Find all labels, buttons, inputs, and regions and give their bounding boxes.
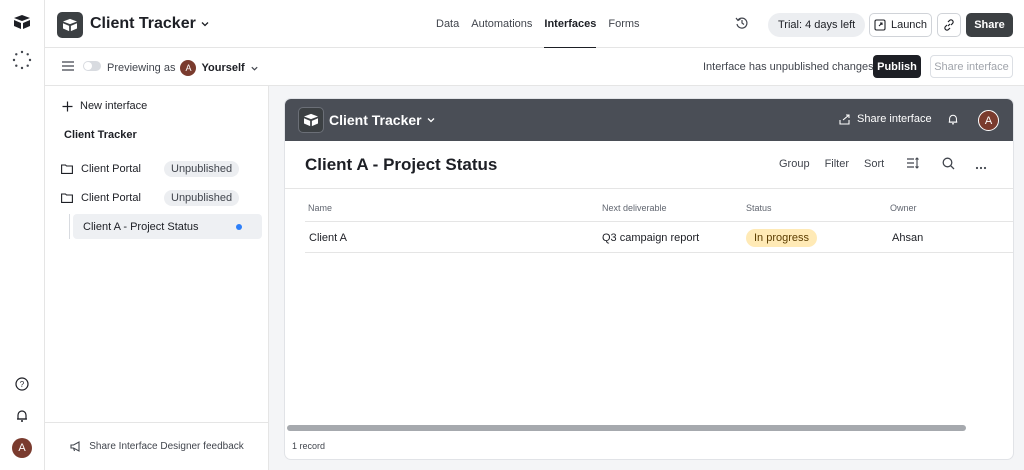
share-arrow-icon [839, 113, 850, 125]
interfaces-sidebar: New interface Client Tracker Client Port… [45, 86, 269, 470]
share-button[interactable]: Share [966, 13, 1013, 37]
top-bar: Client Tracker Data Automations Interfac… [45, 0, 1024, 49]
column-header-owner[interactable]: Owner [890, 203, 917, 213]
tab-automations[interactable]: Automations [471, 18, 532, 30]
avatar[interactable]: A [978, 110, 999, 131]
interface-share-button[interactable]: Share interface [839, 113, 932, 125]
copy-link-button[interactable] [937, 13, 961, 37]
help-icon[interactable]: ? [12, 374, 32, 394]
more-options-icon[interactable] [975, 161, 987, 173]
trial-badge[interactable]: Trial: 4 days left [768, 13, 866, 37]
link-icon [944, 19, 954, 31]
filter-button[interactable]: Filter [825, 158, 849, 170]
publish-button[interactable]: Publish [873, 55, 921, 78]
column-header-name[interactable]: Name [308, 203, 332, 213]
interface-canvas: Client Tracker Share interface A Client … [269, 86, 1024, 470]
column-header-status[interactable]: Status [746, 203, 772, 213]
header-divider [305, 221, 1013, 222]
column-header-next-deliverable[interactable]: Next deliverable [602, 203, 667, 213]
cell-next-deliverable[interactable]: Q3 campaign report [602, 232, 699, 244]
table-row-divider [305, 252, 1013, 253]
row-height-icon[interactable] [906, 157, 920, 172]
preview-toggle[interactable] [83, 61, 101, 71]
sidebar-item-client-portal-2[interactable]: Client Portal Unpublished [61, 187, 240, 209]
feedback-link[interactable]: Share Interface Designer feedback [45, 422, 269, 470]
interface-preview: Client Tracker Share interface A Client … [285, 99, 1013, 459]
search-icon[interactable] [942, 157, 955, 173]
status-badge: Unpublished [164, 161, 240, 177]
cell-name[interactable]: Client A [309, 232, 347, 244]
group-button[interactable]: Group [779, 158, 810, 170]
sidebar-item-client-portal[interactable]: Client Portal Unpublished [61, 158, 240, 180]
chevron-down-icon [251, 66, 258, 71]
notifications-bell-icon[interactable] [12, 406, 32, 426]
megaphone-icon [70, 441, 80, 452]
svg-text:?: ? [20, 380, 25, 389]
cell-owner[interactable]: Ahsan [892, 232, 923, 244]
launch-button[interactable]: Launch [869, 13, 932, 37]
indent-guide [69, 214, 70, 239]
unpublished-dot [236, 224, 242, 230]
left-rail: ? A [0, 0, 45, 470]
history-icon[interactable] [735, 16, 749, 33]
page-title: Client A - Project Status [305, 155, 498, 174]
tab-interfaces[interactable]: Interfaces [544, 18, 596, 49]
record-count: 1 record [292, 441, 326, 451]
tab-data[interactable]: Data [436, 18, 459, 30]
unpublished-changes-text: Interface has unpublished changes [703, 61, 874, 73]
bell-icon[interactable] [947, 113, 959, 129]
folder-icon [61, 193, 73, 203]
tab-forms[interactable]: Forms [608, 18, 639, 30]
chevron-down-icon [427, 118, 435, 123]
divider [285, 188, 1013, 189]
status-badge: Unpublished [164, 190, 240, 206]
interface-title-menu[interactable]: Client Tracker [329, 112, 436, 128]
loading-spinner-icon [12, 50, 32, 70]
menu-icon[interactable] [62, 61, 74, 74]
view-toolbar: Group Filter Sort [779, 158, 884, 170]
sidebar-group-title: Client Tracker [64, 129, 137, 141]
home-logo-icon[interactable] [12, 12, 32, 32]
base-logo-icon [298, 107, 324, 133]
share-interface-button[interactable]: Share interface [930, 55, 1013, 78]
folder-icon [61, 164, 73, 174]
avatar: A [180, 60, 197, 76]
chevron-down-icon [201, 22, 209, 27]
base-logo-icon[interactable] [57, 12, 83, 38]
horizontal-scrollbar[interactable] [287, 425, 966, 431]
sidebar-page-client-a-project-status[interactable]: Client A - Project Status [73, 214, 262, 239]
account-avatar[interactable]: A [12, 438, 32, 458]
base-name-menu[interactable]: Client Tracker [90, 15, 210, 33]
interface-header: Client Tracker Share interface A [285, 99, 1013, 141]
main-nav: Data Automations Interfaces Forms [436, 18, 640, 49]
launch-icon [874, 19, 886, 31]
interface-designer-bar: Previewing as A Yourself Interface has u… [45, 48, 1024, 86]
new-interface-button[interactable]: New interface [62, 100, 147, 112]
sort-button[interactable]: Sort [864, 158, 884, 170]
plus-icon [62, 101, 73, 111]
status-badge[interactable]: In progress [746, 229, 818, 247]
previewing-as-selector[interactable]: Previewing as A Yourself [107, 60, 259, 76]
